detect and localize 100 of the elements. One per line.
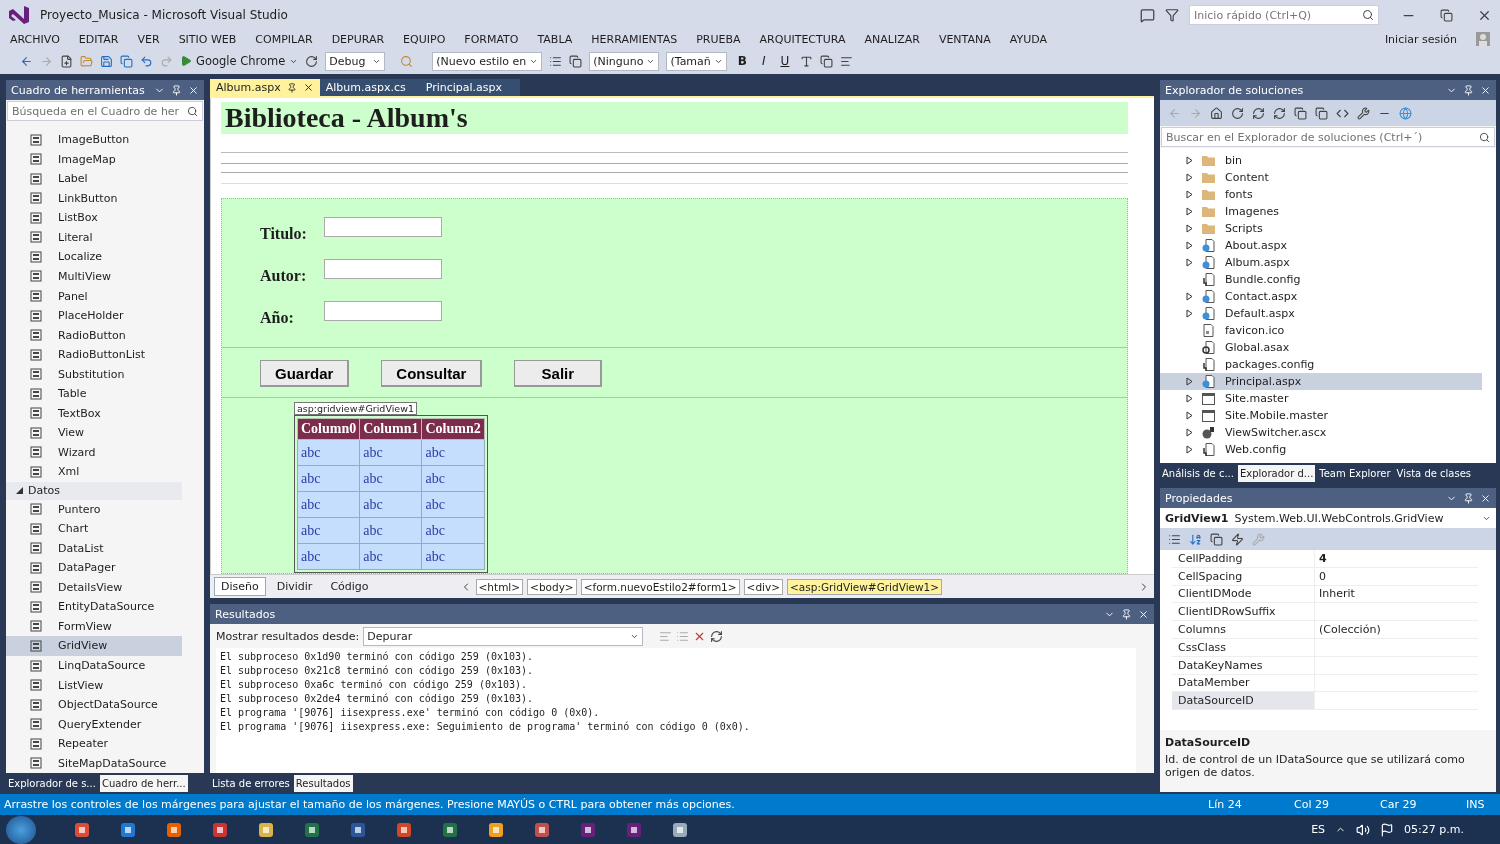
property-name[interactable]: CellSpacing (1172, 567, 1314, 585)
close-icon[interactable] (302, 82, 314, 93)
toolbox-item[interactable]: QueryExtender (58, 717, 142, 731)
document-tab[interactable]: Album.aspx (210, 79, 320, 96)
tree-item[interactable]: ViewSwitcher.ascx (1225, 426, 1327, 439)
menu-item[interactable]: EDITAR (78, 32, 119, 46)
text-field[interactable] (324, 301, 442, 321)
toolbox-item[interactable]: ObjectDataSource (58, 698, 158, 712)
layout-icon[interactable] (549, 54, 563, 68)
restore-icon[interactable] (1440, 8, 1453, 22)
font-select[interactable]: (Ninguno (589, 51, 660, 71)
close-icon[interactable] (188, 84, 199, 96)
toolbox-item[interactable]: EntityDataSource (58, 600, 155, 614)
toolbox-item[interactable]: PlaceHolder (58, 309, 124, 323)
menu-item[interactable]: ARCHIVO (10, 32, 60, 46)
document-tab[interactable]: Principal.aspx (419, 79, 520, 96)
play-icon[interactable] (180, 55, 192, 67)
toolbox-item[interactable]: Panel (58, 289, 88, 303)
menu-item[interactable]: EQUIPO (403, 32, 446, 46)
toolbox-item[interactable]: Wizard (58, 445, 96, 459)
toolbox-item[interactable]: Chart (58, 522, 89, 536)
bold-button[interactable]: B (733, 54, 751, 68)
sync-icon[interactable] (1252, 106, 1265, 120)
flag-icon[interactable] (1380, 822, 1395, 837)
menu-item[interactable]: TABLA (537, 32, 573, 46)
configuration-select[interactable]: Debug (325, 51, 386, 71)
toolbox-item[interactable]: Literal (58, 230, 93, 244)
property-value[interactable]: 0 (1314, 567, 1478, 585)
close-icon[interactable] (1480, 84, 1491, 96)
solution-search-field[interactable]: Buscar en el Explorador de soluciones (Ctrl+´) (1161, 127, 1495, 147)
toolbox-item[interactable]: ListView (58, 678, 104, 692)
close-icon[interactable] (1480, 492, 1491, 504)
breadcrumb[interactable]: <div> (743, 578, 783, 595)
search-icon[interactable] (1362, 9, 1374, 21)
view-tab[interactable]: Diseño (214, 577, 266, 596)
tree-item[interactable]: Site.master (1225, 392, 1289, 405)
property-name[interactable]: ClientIDMode (1172, 585, 1314, 603)
tree-item[interactable]: fonts (1225, 188, 1253, 201)
menu-item[interactable]: COMPILAR (255, 32, 313, 46)
tree-item[interactable]: Scripts (1225, 222, 1263, 235)
view-tab[interactable]: Código (323, 577, 376, 596)
toolbox-item[interactable]: Table (58, 387, 87, 401)
size-select[interactable]: (Tamañ (666, 51, 727, 71)
toolbox-item[interactable]: ImageMap (58, 152, 116, 166)
property-name[interactable]: CssClass (1172, 639, 1314, 656)
categorized-icon[interactable] (1168, 532, 1181, 546)
object-select[interactable]: GridView1 System.Web.UI.WebControls.GridView (1160, 508, 1496, 528)
start-button[interactable] (6, 815, 36, 844)
source-select[interactable]: Depurar (363, 626, 644, 646)
language-indicator[interactable]: ES (1311, 823, 1326, 836)
panel-tab[interactable]: Explorador d... (1237, 465, 1316, 482)
toolbox-item[interactable]: LinqDataSource (58, 659, 146, 672)
panel-tab[interactable]: Cuadro de herr... (99, 775, 188, 792)
tree-item[interactable]: Content (1225, 171, 1269, 184)
breadcrumb[interactable]: <html> (475, 578, 524, 595)
history-icon[interactable] (1231, 106, 1244, 120)
tree-item[interactable]: Imagenes (1225, 205, 1279, 218)
toolbox-item[interactable]: RadioButtonList (58, 348, 145, 362)
toolbox-item[interactable]: RadioButton (58, 328, 126, 342)
text-field[interactable] (324, 259, 442, 279)
form-button[interactable]: Guardar (260, 360, 350, 387)
tree-item[interactable]: Contact.aspx (1225, 290, 1298, 303)
tree-item[interactable]: Bundle.config (1225, 273, 1301, 286)
menu-item[interactable]: DEPURAR (331, 32, 385, 46)
menu-item[interactable]: AYUDA (1009, 32, 1047, 46)
toolbox-item[interactable]: TextBox (58, 406, 101, 420)
panel-tab[interactable]: Team Explorer (1317, 465, 1393, 482)
form-button[interactable]: Consultar (381, 360, 483, 387)
pin-icon[interactable] (171, 84, 182, 96)
menu-item[interactable]: VENTANA (938, 32, 991, 46)
toolbox-item[interactable]: Puntero (58, 502, 101, 516)
toolbox-item[interactable]: MultiView (58, 270, 111, 283)
breadcrumb[interactable]: <form.nuevoEstilo2#form1> (580, 578, 740, 595)
back-icon[interactable] (20, 54, 33, 68)
property-name[interactable]: CellPadding (1172, 550, 1314, 567)
view-tab[interactable]: Dividir (269, 577, 320, 596)
toolbox-item[interactable]: Repeater (58, 737, 108, 751)
breadcrumb[interactable]: <body> (527, 578, 577, 595)
property-value[interactable]: Inherit (1314, 585, 1478, 603)
document-tab[interactable]: Album.aspx.cs (319, 79, 420, 96)
pin-icon[interactable] (1121, 608, 1132, 620)
tree-item[interactable]: Web.config (1225, 443, 1287, 456)
save-icon[interactable] (100, 54, 113, 68)
menu-item[interactable]: SITIO WEB (178, 32, 237, 46)
property-name[interactable]: ClientIDRowSuffix (1172, 603, 1314, 621)
menu-item[interactable]: PRUEBA (696, 32, 741, 46)
feedback-icon[interactable] (1140, 7, 1155, 23)
sign-in-link[interactable]: Iniciar sesión (1384, 32, 1457, 46)
refresh-icon[interactable] (305, 54, 319, 68)
toolbox-item[interactable]: Label (58, 172, 88, 186)
group-header[interactable]: Datos (28, 484, 60, 498)
panel-tab[interactable]: Explorador de s... (6, 775, 98, 792)
events-icon[interactable] (1231, 532, 1244, 546)
tree-item[interactable]: About.aspx (1225, 239, 1287, 252)
underline-button[interactable]: U (776, 54, 794, 68)
toolbox-item[interactable]: LinkButton (58, 191, 118, 205)
panel-tab[interactable]: Resultados (293, 775, 353, 792)
toolbox-item[interactable]: DetailsView (58, 580, 123, 594)
pin-icon[interactable] (1463, 492, 1474, 504)
font-color-icon[interactable] (800, 54, 814, 68)
